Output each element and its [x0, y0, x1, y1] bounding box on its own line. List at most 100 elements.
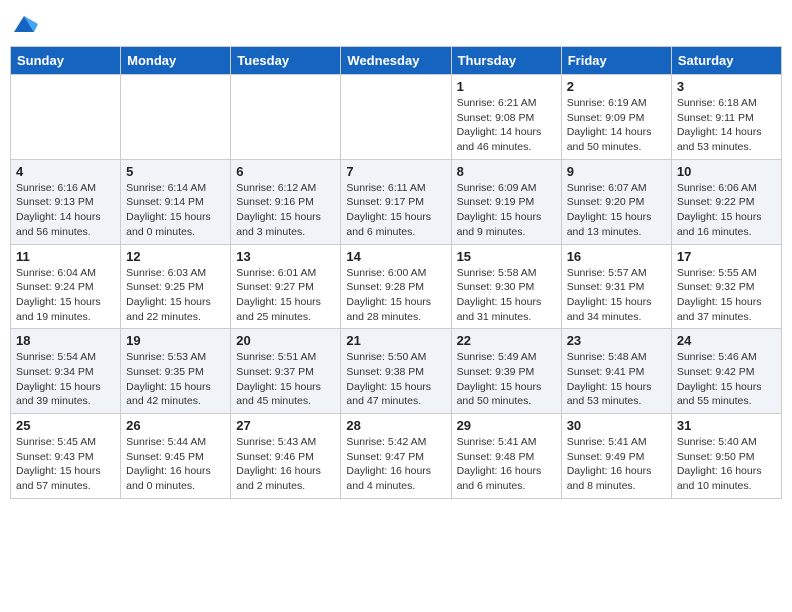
- day-number: 19: [126, 333, 225, 348]
- day-number: 21: [346, 333, 445, 348]
- day-number: 24: [677, 333, 776, 348]
- day-cell: 16 Sunrise: 5:57 AM Sunset: 9:31 PM Dayli…: [561, 244, 671, 329]
- day-info: Sunrise: 6:09 AM Sunset: 9:19 PM Dayligh…: [457, 181, 556, 240]
- day-info: Sunrise: 5:54 AM Sunset: 9:34 PM Dayligh…: [16, 350, 115, 409]
- day-number: 30: [567, 418, 666, 433]
- day-cell: [341, 75, 451, 160]
- day-number: 20: [236, 333, 335, 348]
- day-cell: 20 Sunrise: 5:51 AM Sunset: 9:37 PM Dayli…: [231, 329, 341, 414]
- day-info: Sunrise: 5:45 AM Sunset: 9:43 PM Dayligh…: [16, 435, 115, 494]
- logo: [10, 10, 42, 38]
- day-cell: [11, 75, 121, 160]
- calendar-header: [10, 10, 782, 38]
- day-number: 4: [16, 164, 115, 179]
- day-cell: 10Sunrise: 6:06 AM Sunset: 9:22 PM Dayli…: [671, 159, 781, 244]
- week-row-3: 11Sunrise: 6:04 AM Sunset: 9:24 PM Dayli…: [11, 244, 782, 329]
- day-info: Sunrise: 5:48 AM Sunset: 9:41 PM Dayligh…: [567, 350, 666, 409]
- day-info: Sunrise: 5:58 AM Sunset: 9:30 PM Dayligh…: [457, 266, 556, 325]
- day-cell: 11Sunrise: 6:04 AM Sunset: 9:24 PM Dayli…: [11, 244, 121, 329]
- day-info: Sunrise: 5:55 AM Sunset: 9:32 PM Dayligh…: [677, 266, 776, 325]
- day-info: Sunrise: 5:44 AM Sunset: 9:45 PM Dayligh…: [126, 435, 225, 494]
- day-cell: 9 Sunrise: 6:07 AM Sunset: 9:20 PM Daylig…: [561, 159, 671, 244]
- day-info: Sunrise: 6:06 AM Sunset: 9:22 PM Dayligh…: [677, 181, 776, 240]
- day-cell: [231, 75, 341, 160]
- day-cell: 3Sunrise: 6:18 AM Sunset: 9:11 PM Daylig…: [671, 75, 781, 160]
- day-number: 17: [677, 249, 776, 264]
- day-cell: 26 Sunrise: 5:44 AM Sunset: 9:45 PM Dayli…: [121, 414, 231, 499]
- day-cell: 22 Sunrise: 5:49 AM Sunset: 9:39 PM Dayli…: [451, 329, 561, 414]
- day-number: 11: [16, 249, 115, 264]
- day-info: Sunrise: 5:43 AM Sunset: 9:46 PM Dayligh…: [236, 435, 335, 494]
- day-cell: 13 Sunrise: 6:01 AM Sunset: 9:27 PM Dayli…: [231, 244, 341, 329]
- day-cell: 31 Sunrise: 5:40 AM Sunset: 9:50 PM Dayli…: [671, 414, 781, 499]
- day-info: Sunrise: 5:51 AM Sunset: 9:37 PM Dayligh…: [236, 350, 335, 409]
- logo-icon: [10, 10, 38, 38]
- day-cell: 7 Sunrise: 6:11 AM Sunset: 9:17 PM Daylig…: [341, 159, 451, 244]
- day-number: 12: [126, 249, 225, 264]
- day-number: 5: [126, 164, 225, 179]
- weekday-header-sunday: Sunday: [11, 47, 121, 75]
- day-number: 7: [346, 164, 445, 179]
- day-cell: 15 Sunrise: 5:58 AM Sunset: 9:30 PM Dayli…: [451, 244, 561, 329]
- weekday-header-thursday: Thursday: [451, 47, 561, 75]
- day-number: 13: [236, 249, 335, 264]
- weekday-header-tuesday: Tuesday: [231, 47, 341, 75]
- day-info: Sunrise: 6:21 AM Sunset: 9:08 PM Dayligh…: [457, 96, 556, 155]
- day-number: 27: [236, 418, 335, 433]
- day-info: Sunrise: 5:46 AM Sunset: 9:42 PM Dayligh…: [677, 350, 776, 409]
- day-info: Sunrise: 6:11 AM Sunset: 9:17 PM Dayligh…: [346, 181, 445, 240]
- day-cell: 12Sunrise: 6:03 AM Sunset: 9:25 PM Dayli…: [121, 244, 231, 329]
- day-number: 28: [346, 418, 445, 433]
- day-info: Sunrise: 5:57 AM Sunset: 9:31 PM Dayligh…: [567, 266, 666, 325]
- day-info: Sunrise: 5:41 AM Sunset: 9:48 PM Dayligh…: [457, 435, 556, 494]
- day-cell: 19Sunrise: 5:53 AM Sunset: 9:35 PM Dayli…: [121, 329, 231, 414]
- week-row-2: 4 Sunrise: 6:16 AM Sunset: 9:13 PM Daylig…: [11, 159, 782, 244]
- day-cell: 5 Sunrise: 6:14 AM Sunset: 9:14 PM Daylig…: [121, 159, 231, 244]
- day-info: Sunrise: 6:00 AM Sunset: 9:28 PM Dayligh…: [346, 266, 445, 325]
- weekday-header-monday: Monday: [121, 47, 231, 75]
- day-number: 23: [567, 333, 666, 348]
- day-info: Sunrise: 5:40 AM Sunset: 9:50 PM Dayligh…: [677, 435, 776, 494]
- weekday-header-friday: Friday: [561, 47, 671, 75]
- day-info: Sunrise: 5:41 AM Sunset: 9:49 PM Dayligh…: [567, 435, 666, 494]
- day-cell: 27 Sunrise: 5:43 AM Sunset: 9:46 PM Dayli…: [231, 414, 341, 499]
- day-number: 1: [457, 79, 556, 94]
- day-cell: 2 Sunrise: 6:19 AM Sunset: 9:09 PM Daylig…: [561, 75, 671, 160]
- day-cell: 8Sunrise: 6:09 AM Sunset: 9:19 PM Daylig…: [451, 159, 561, 244]
- day-cell: 24 Sunrise: 5:46 AM Sunset: 9:42 PM Dayli…: [671, 329, 781, 414]
- day-number: 9: [567, 164, 666, 179]
- day-cell: 4 Sunrise: 6:16 AM Sunset: 9:13 PM Daylig…: [11, 159, 121, 244]
- day-number: 18: [16, 333, 115, 348]
- day-cell: 21Sunrise: 5:50 AM Sunset: 9:38 PM Dayli…: [341, 329, 451, 414]
- weekday-header-wednesday: Wednesday: [341, 47, 451, 75]
- day-info: Sunrise: 5:42 AM Sunset: 9:47 PM Dayligh…: [346, 435, 445, 494]
- day-number: 16: [567, 249, 666, 264]
- day-number: 6: [236, 164, 335, 179]
- week-row-4: 18 Sunrise: 5:54 AM Sunset: 9:34 PM Dayli…: [11, 329, 782, 414]
- weekday-header-row: SundayMondayTuesdayWednesdayThursdayFrid…: [11, 47, 782, 75]
- day-info: Sunrise: 6:16 AM Sunset: 9:13 PM Dayligh…: [16, 181, 115, 240]
- week-row-1: 1 Sunrise: 6:21 AM Sunset: 9:08 PM Daylig…: [11, 75, 782, 160]
- day-number: 15: [457, 249, 556, 264]
- day-cell: 28 Sunrise: 5:42 AM Sunset: 9:47 PM Dayli…: [341, 414, 451, 499]
- day-cell: 25 Sunrise: 5:45 AM Sunset: 9:43 PM Dayli…: [11, 414, 121, 499]
- day-number: 25: [16, 418, 115, 433]
- day-cell: 6 Sunrise: 6:12 AM Sunset: 9:16 PM Daylig…: [231, 159, 341, 244]
- day-number: 31: [677, 418, 776, 433]
- day-number: 29: [457, 418, 556, 433]
- day-number: 2: [567, 79, 666, 94]
- weekday-header-saturday: Saturday: [671, 47, 781, 75]
- day-number: 26: [126, 418, 225, 433]
- day-info: Sunrise: 6:18 AM Sunset: 9:11 PM Dayligh…: [677, 96, 776, 155]
- day-number: 22: [457, 333, 556, 348]
- day-cell: 30 Sunrise: 5:41 AM Sunset: 9:49 PM Dayli…: [561, 414, 671, 499]
- day-cell: [121, 75, 231, 160]
- week-row-5: 25 Sunrise: 5:45 AM Sunset: 9:43 PM Dayli…: [11, 414, 782, 499]
- day-info: Sunrise: 6:07 AM Sunset: 9:20 PM Dayligh…: [567, 181, 666, 240]
- day-info: Sunrise: 5:49 AM Sunset: 9:39 PM Dayligh…: [457, 350, 556, 409]
- day-cell: 23 Sunrise: 5:48 AM Sunset: 9:41 PM Dayli…: [561, 329, 671, 414]
- day-info: Sunrise: 6:01 AM Sunset: 9:27 PM Dayligh…: [236, 266, 335, 325]
- day-info: Sunrise: 6:12 AM Sunset: 9:16 PM Dayligh…: [236, 181, 335, 240]
- day-info: Sunrise: 6:19 AM Sunset: 9:09 PM Dayligh…: [567, 96, 666, 155]
- day-info: Sunrise: 6:14 AM Sunset: 9:14 PM Dayligh…: [126, 181, 225, 240]
